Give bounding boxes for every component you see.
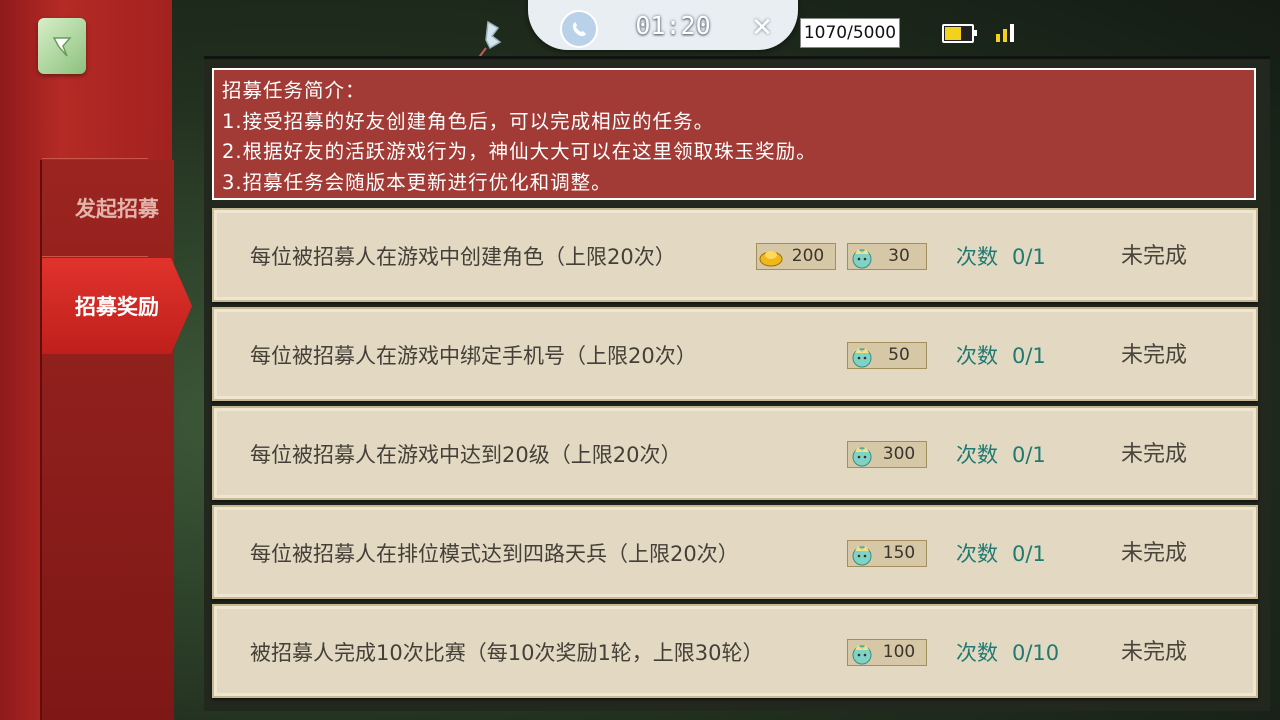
divider [42,158,148,159]
task-description: 每位被招募人在游戏中绑定手机号（上限20次） [250,344,697,368]
jade-orb-icon [852,546,872,566]
jade-reward: 100 [847,639,927,666]
task-description: 每位被招募人在游戏中达到20级（上限20次） [250,443,682,467]
tab-recruit-rewards[interactable]: 招募奖励 [42,258,192,354]
jade-amount: 30 [888,246,910,266]
gold-ingot-icon [759,251,783,267]
intro-line: 1.接受招募的好友创建角色后，可以完成相应的任务。 [222,109,715,133]
jade-reward: 30 [847,243,927,270]
task-count: 次数 0/10 [956,606,1059,700]
tab-start-recruit[interactable]: 发起招募 [42,160,192,256]
task-count: 次数 0/1 [956,408,1046,502]
jade-amount: 300 [882,444,916,464]
count-label: 次数 [956,245,998,269]
score-counter: 1070/5000 [800,18,900,48]
task-row: 每位被招募人在游戏中达到20级（上限20次） 300 次数 0/1 未完成 [212,406,1258,500]
count-label: 次数 [956,542,998,566]
sidebar: 发起招募 招募奖励 [0,0,192,720]
divider [42,256,148,257]
task-status: 未完成 [1121,343,1188,368]
jade-reward: 150 [847,540,927,567]
signal-icon [996,22,1020,42]
close-icon[interactable]: ✕ [748,14,776,42]
task-description: 每位被招募人在游戏中创建角色（上限20次） [250,245,676,269]
intro-line: 2.根据好友的活跃游戏行为，神仙大大可以在这里领取珠玉奖励。 [222,140,817,163]
task-status: 未完成 [1121,541,1188,566]
task-status: 未完成 [1121,442,1188,467]
task-row: 每位被招募人在游戏中创建角色（上限20次） 200 30 次数 0/1 未完成 [212,208,1258,302]
task-count: 次数 0/1 [956,507,1046,601]
jade-amount: 150 [882,543,916,563]
back-tag-icon[interactable] [38,18,86,74]
jade-orb-icon [852,447,872,467]
task-description: 被招募人完成10次比赛（每10次奖励1轮，上限30轮） [250,641,764,665]
jade-amount: 100 [882,642,916,662]
jade-reward: 50 [847,342,927,369]
intro-line: 3.招募任务会随版本更新进行优化和调整。 [222,170,612,194]
jade-orb-icon [852,645,872,665]
phone-icon[interactable] [560,10,598,48]
gold-amount: 200 [791,246,825,266]
task-row: 被招募人完成10次比赛（每10次奖励1轮，上限30轮） 100 次数 0/10 未… [212,604,1258,698]
gold-reward: 200 [756,243,836,270]
battery-icon [942,24,977,43]
count-value: 0/1 [1012,443,1046,467]
task-status: 未完成 [1121,244,1188,269]
intro-box: 招募任务简介： 1.接受招募的好友创建角色后，可以完成相应的任务。 2.根据好友… [212,68,1256,200]
task-count: 次数 0/1 [956,309,1046,403]
count-value: 0/1 [1012,542,1046,566]
task-row: 每位被招募人在游戏中绑定手机号（上限20次） 50 次数 0/1 未完成 [212,307,1258,401]
jade-orb-icon [852,249,872,269]
jade-reward: 300 [847,441,927,468]
jade-amount: 50 [888,345,910,365]
count-value: 0/10 [1012,641,1060,665]
task-count: 次数 0/1 [956,210,1046,304]
count-value: 0/1 [1012,344,1046,368]
task-row: 每位被招募人在排位模式达到四路天兵（上限20次） 150 次数 0/1 未完成 [212,505,1258,599]
count-label: 次数 [956,641,998,665]
count-label: 次数 [956,344,998,368]
task-status: 未完成 [1121,640,1188,665]
count-label: 次数 [956,443,998,467]
jade-orb-icon [852,348,872,368]
intro-title: 招募任务简介： [222,79,366,102]
task-description: 每位被招募人在排位模式达到四路天兵（上限20次） [250,542,739,566]
count-value: 0/1 [1012,245,1046,269]
match-timer: 01:20 [635,10,711,40]
